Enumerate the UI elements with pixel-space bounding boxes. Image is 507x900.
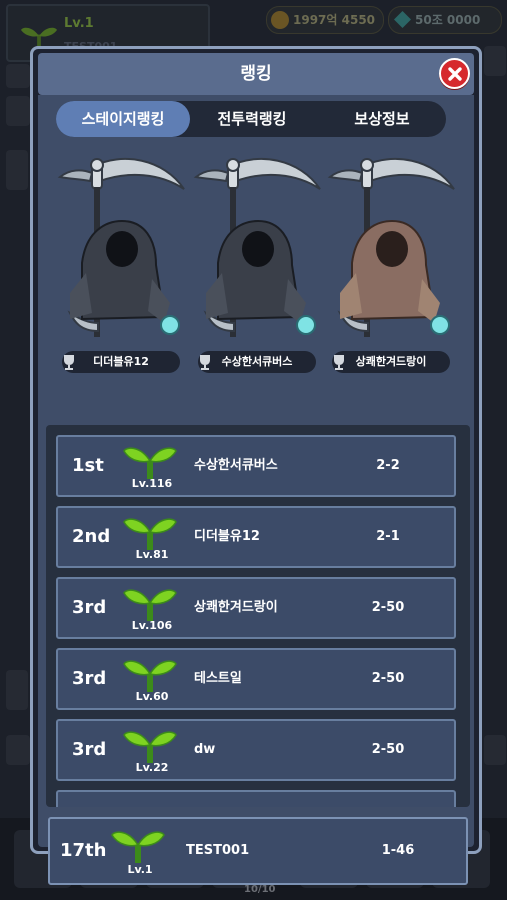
- podium-name-label: 상쾌한겨드랑이: [332, 351, 450, 373]
- podium-name: 수상한서큐버스: [221, 355, 293, 368]
- bottom-counter: 10/10: [244, 884, 276, 895]
- diamond-icon: [394, 11, 411, 28]
- player-stage: 1-46: [381, 843, 415, 858]
- gold-counter: 1997억 4550: [266, 6, 384, 34]
- player-stage: 2-1: [376, 529, 400, 544]
- side-button: [484, 46, 506, 76]
- side-button: [6, 64, 30, 88]
- sprout-icon: [123, 660, 177, 692]
- tab-bar: 스테이지랭킹 전투력랭킹 보상정보: [56, 101, 446, 137]
- sprout-icon: [123, 589, 177, 621]
- rank-position: 2nd: [72, 526, 111, 547]
- side-button: [6, 150, 28, 190]
- modal-header: 랭킹: [38, 53, 474, 95]
- podium-name-label: 디더블유12: [62, 351, 180, 373]
- podium-second: 수상한서큐버스: [188, 153, 324, 373]
- player-level: Lv.60: [135, 690, 169, 703]
- rank-position: 17th: [60, 840, 107, 861]
- podium-third: 상쾌한겨드랑이: [322, 153, 458, 373]
- player-stage: 2-2: [376, 458, 400, 473]
- podium-first: 디더블유12: [52, 153, 188, 373]
- rank-position: 3rd: [72, 597, 107, 618]
- side-button: [6, 96, 30, 126]
- ranking-row[interactable]: 1st Lv.116 수상한서큐버스 2-2: [56, 435, 456, 497]
- sprout-icon: [123, 518, 177, 550]
- player-stage: 2-50: [371, 671, 405, 686]
- player-level: Lv.1: [127, 863, 153, 876]
- rank-position: 3rd: [72, 668, 107, 689]
- player-name: 수상한서큐버스: [194, 458, 278, 473]
- gem-value: 50조 0000: [415, 13, 481, 27]
- ranking-modal: 랭킹 스테이지랭킹 전투력랭킹 보상정보 디더블유12 수상한서큐버스 상쾌한겨…: [30, 46, 482, 885]
- player-name: TEST001: [186, 843, 250, 858]
- ranking-row-partial[interactable]: [56, 790, 456, 807]
- ranking-row[interactable]: 3rd Lv.60 테스트일 2-50: [56, 648, 456, 710]
- ranking-list[interactable]: 1st Lv.116 수상한서큐버스 2-2 2nd Lv.81 디더블유12 …: [46, 425, 470, 807]
- my-ranking-row: 17th Lv.1 TEST001 1-46: [48, 817, 468, 885]
- podium-name: 디더블유12: [93, 355, 149, 368]
- podium-name-label: 수상한서큐버스: [198, 351, 316, 373]
- player-stage: 2-50: [371, 742, 405, 757]
- gold-value: 1997억 4550: [293, 13, 376, 27]
- ranking-row[interactable]: 2nd Lv.81 디더블유12 2-1: [56, 506, 456, 568]
- side-button: [6, 670, 28, 710]
- reaper-character-icon: [327, 157, 455, 337]
- player-name: 디더블유12: [194, 529, 260, 544]
- side-button: [484, 735, 506, 765]
- tab-power-ranking[interactable]: 전투력랭킹: [186, 101, 318, 137]
- sprout-icon: [111, 831, 165, 863]
- close-icon: [447, 66, 462, 81]
- sprout-icon: [123, 447, 177, 479]
- reaper-character-icon: [57, 157, 185, 337]
- podium-name: 상쾌한겨드랑이: [355, 355, 427, 368]
- trophy-icon: [334, 355, 344, 370]
- modal-body: 스테이지랭킹 전투력랭킹 보상정보 디더블유12 수상한서큐버스 상쾌한겨드랑이…: [38, 95, 474, 885]
- sprout-icon: [123, 731, 177, 763]
- player-name: 상쾌한겨드랑이: [194, 600, 278, 615]
- player-name: dw: [194, 742, 216, 757]
- reaper-character-icon: [193, 157, 321, 337]
- close-button[interactable]: [439, 58, 470, 89]
- player-level: Lv.106: [131, 619, 173, 632]
- modal-title: 랭킹: [240, 64, 272, 84]
- player-level: Lv.22: [135, 761, 169, 774]
- coin-icon: [271, 11, 289, 29]
- tab-reward-info[interactable]: 보상정보: [318, 101, 446, 137]
- tab-stage-ranking[interactable]: 스테이지랭킹: [56, 101, 190, 137]
- ranking-row[interactable]: 3rd Lv.106 상쾌한겨드랑이 2-50: [56, 577, 456, 639]
- player-level: Lv.81: [135, 548, 169, 561]
- player-level: Lv.116: [131, 477, 173, 490]
- gem-counter: 50조 0000: [388, 6, 502, 34]
- trophy-icon: [200, 355, 210, 370]
- rank-position: 3rd: [72, 739, 107, 760]
- player-level: Lv.1: [64, 16, 94, 31]
- trophy-icon: [64, 355, 74, 370]
- side-button: [6, 735, 30, 765]
- player-name: 테스트일: [194, 671, 242, 686]
- ranking-row[interactable]: 3rd Lv.22 dw 2-50: [56, 719, 456, 781]
- rank-position: 1st: [72, 455, 104, 476]
- player-stage: 2-50: [371, 600, 405, 615]
